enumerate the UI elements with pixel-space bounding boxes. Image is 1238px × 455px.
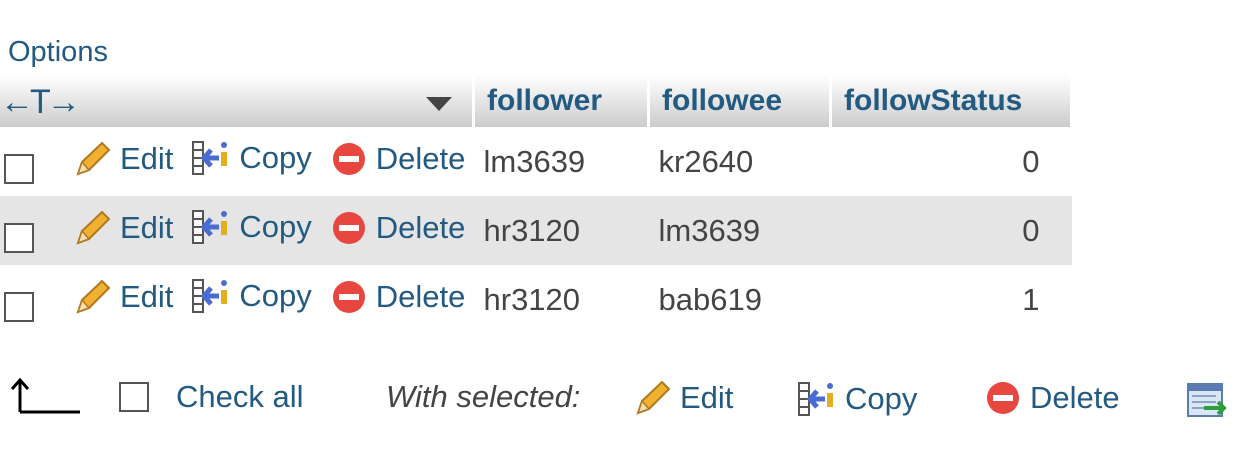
copy-button[interactable]: Copy [191,207,312,247]
cell-followee[interactable]: kr2640 [648,127,831,196]
delete-button[interactable]: Delete [330,209,466,247]
copy-icon [192,140,228,175]
check-all-label[interactable]: Check all [176,379,304,415]
bottom-action-bar: Check all With selected: Edit Copy Delet… [0,370,1238,430]
row-actions-cell: Edit Copy Delete [0,265,474,334]
pencil-icon [636,380,671,415]
table-row: Edit Copy Delete hr3120 lm3639 0 [0,196,1072,265]
row-actions-cell: Edit Copy Delete [0,127,474,196]
delete-label: Delete [375,278,466,314]
table-header-row: ←T→ follower followee followStatus [0,75,1073,127]
export-icon[interactable] [1186,380,1228,420]
pencil-icon [76,210,111,245]
bulk-delete-label: Delete [1030,380,1120,415]
row-checkbox[interactable] [4,154,34,185]
row-actions-cell: Edit Copy Delete [0,196,474,265]
row-checkbox[interactable] [4,223,34,254]
copy-icon [192,209,228,244]
cell-followee[interactable]: bab619 [648,265,831,334]
select-arrow-icon [10,377,80,414]
pencil-icon [76,279,111,314]
edit-label: Edit [120,209,174,245]
cell-followstatus[interactable]: 1 [830,265,1072,334]
cell-follower[interactable]: hr3120 [473,265,649,334]
edit-label: Edit [120,278,174,314]
delete-icon [332,211,365,244]
cell-followstatus[interactable]: 0 [830,127,1072,196]
delete-icon [332,280,365,313]
bulk-copy-label: Copy [845,381,918,416]
options-link[interactable]: Options [8,36,108,69]
sort-triangle-icon[interactable] [426,97,452,111]
delete-label: Delete [375,209,466,245]
delete-label: Delete [375,140,466,176]
results-table: ←T→ follower followee followStatus Edit C… [0,75,1073,334]
pencil-icon [76,141,111,176]
edit-button[interactable]: Edit [72,209,173,247]
check-all-checkbox[interactable] [119,382,149,412]
with-selected-label: With selected: [386,379,581,414]
row-checkbox[interactable] [4,292,34,323]
bulk-delete-button[interactable]: Delete [984,379,1120,417]
column-header-followee[interactable]: followee [648,75,832,127]
cell-followee[interactable]: lm3639 [648,196,831,265]
delete-button[interactable]: Delete [330,140,466,178]
edit-button[interactable]: Edit [72,278,173,316]
copy-button[interactable]: Copy [191,138,312,178]
edit-label: Edit [120,140,174,176]
edit-button[interactable]: Edit [72,140,173,178]
copy-button[interactable]: Copy [191,276,312,316]
bulk-edit-label: Edit [680,380,734,415]
copy-icon [798,382,833,416]
copy-label: Copy [239,208,312,244]
bulk-edit-button[interactable]: Edit [632,379,733,417]
delete-icon [987,382,1019,414]
table-row: Edit Copy Delete lm3639 kr2640 0 [0,127,1072,196]
cell-follower[interactable]: lm3639 [473,127,649,196]
bulk-copy-button[interactable]: Copy [797,379,917,419]
cell-followstatus[interactable]: 0 [830,196,1072,265]
table-row: Edit Copy Delete hr3120 bab619 1 [0,265,1072,334]
column-header-followstatus[interactable]: followStatus [830,75,1073,127]
copy-label: Copy [239,277,312,313]
cell-follower[interactable]: hr3120 [473,196,649,265]
column-resize-header[interactable]: ←T→ [0,75,475,127]
copy-label: Copy [239,139,312,175]
delete-icon [332,142,365,175]
column-arrows-icon[interactable]: ←T→ [0,83,81,122]
copy-icon [192,278,228,313]
delete-button[interactable]: Delete [330,278,466,316]
column-header-follower[interactable]: follower [473,75,650,127]
